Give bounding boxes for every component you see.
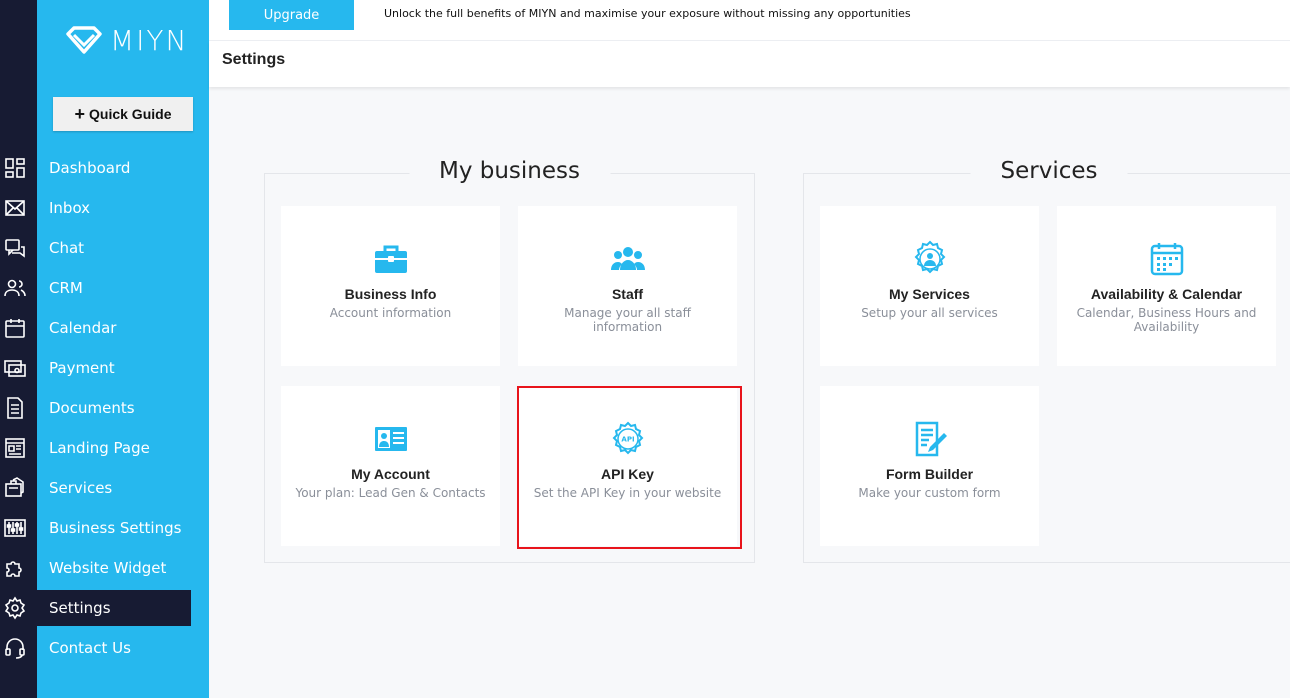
quick-guide-button[interactable]: + Quick Guide bbox=[53, 97, 193, 131]
sidebar-item-settings[interactable]: Settings bbox=[37, 590, 191, 626]
card-subtitle: Make your custom form bbox=[858, 486, 1001, 500]
card-subtitle: Calendar, Business Hours and Availabilit… bbox=[1076, 306, 1257, 334]
users-icon[interactable] bbox=[3, 276, 27, 300]
card-title: Business Info bbox=[344, 286, 437, 302]
payment-icon[interactable] bbox=[3, 356, 27, 380]
id-card-icon bbox=[372, 420, 410, 458]
chat-icon[interactable] bbox=[3, 236, 27, 260]
sidebar-item-dashboard[interactable]: Dashboard bbox=[37, 148, 209, 188]
sidebar-item-services[interactable]: Services bbox=[37, 468, 209, 508]
card-subtitle: Your plan: Lead Gen & Contacts bbox=[295, 486, 486, 500]
card-title: Staff bbox=[611, 286, 644, 302]
calendar-grid-icon bbox=[1148, 240, 1186, 278]
card-subtitle: Manage your all staff information bbox=[564, 306, 691, 334]
sidebar-item-contact-us[interactable]: Contact Us bbox=[37, 628, 209, 668]
brand-name: MIYN bbox=[110, 24, 189, 57]
headset-icon[interactable] bbox=[3, 636, 27, 660]
gear-icon[interactable] bbox=[3, 596, 27, 620]
staff-card[interactable]: Staff Manage your all staff information bbox=[518, 206, 737, 366]
card-subtitle: Account information bbox=[329, 306, 452, 320]
diamond-logo-icon bbox=[66, 25, 102, 54]
promo-text: Unlock the full benefits of MIYN and max… bbox=[384, 7, 911, 20]
briefcase-icon bbox=[372, 240, 410, 278]
sidebar-nav: Dashboard Inbox Chat CRM Calendar Paymen… bbox=[37, 148, 209, 668]
dashboard-icon[interactable] bbox=[3, 156, 27, 180]
top-bar: Upgrade Unlock the full benefits of MIYN… bbox=[209, 0, 1290, 41]
landing-page-icon[interactable] bbox=[3, 436, 27, 460]
sidebar-item-landing-page[interactable]: Landing Page bbox=[37, 428, 209, 468]
sidebar-item-calendar[interactable]: Calendar bbox=[37, 308, 209, 348]
card-title: My Services bbox=[889, 286, 970, 302]
puzzle-icon[interactable] bbox=[3, 556, 27, 580]
sidebar-item-inbox[interactable]: Inbox bbox=[37, 188, 209, 228]
sliders-icon[interactable] bbox=[3, 516, 27, 540]
plus-icon: + bbox=[74, 103, 86, 124]
sidebar-item-crm[interactable]: CRM bbox=[37, 268, 209, 308]
page-title: Settings bbox=[222, 51, 286, 68]
my-services-card[interactable]: My Services Setup your all services bbox=[820, 206, 1039, 366]
upgrade-button[interactable]: Upgrade bbox=[229, 0, 354, 30]
sidebar: MIYN + Quick Guide Dashboard Inbox Chat C… bbox=[37, 0, 209, 698]
team-icon bbox=[609, 240, 647, 278]
sidebar-item-documents[interactable]: Documents bbox=[37, 388, 209, 428]
card-subtitle: Setup your all services bbox=[861, 306, 998, 320]
services-icon[interactable] bbox=[3, 476, 27, 500]
sidebar-item-business-settings[interactable]: Business Settings bbox=[37, 508, 209, 548]
availability-calendar-card[interactable]: Availability & Calendar Calendar, Busine… bbox=[1057, 206, 1276, 366]
brand-logo[interactable]: MIYN bbox=[64, 24, 188, 57]
group-title-services: Services bbox=[970, 158, 1128, 184]
api-key-highlight-box bbox=[517, 386, 742, 549]
form-edit-icon bbox=[911, 420, 949, 458]
calendar-icon[interactable] bbox=[3, 316, 27, 340]
icon-rail bbox=[0, 0, 37, 698]
card-title: Availability & Calendar bbox=[1090, 286, 1243, 302]
card-title: My Account bbox=[351, 466, 430, 482]
document-icon[interactable] bbox=[3, 396, 27, 420]
quick-guide-label: Quick Guide bbox=[89, 106, 172, 122]
business-info-card[interactable]: Business Info Account information bbox=[281, 206, 500, 366]
card-title: Form Builder bbox=[885, 466, 974, 482]
page-header: Settings bbox=[209, 41, 1290, 87]
mail-icon[interactable] bbox=[3, 196, 27, 220]
sidebar-item-payment[interactable]: Payment bbox=[37, 348, 209, 388]
user-gear-icon bbox=[911, 240, 949, 278]
sidebar-item-website-widget[interactable]: Website Widget bbox=[37, 548, 209, 588]
my-account-card[interactable]: My Account Your plan: Lead Gen & Contact… bbox=[281, 386, 500, 546]
group-title-my-business: My business bbox=[408, 158, 611, 184]
form-builder-card[interactable]: Form Builder Make your custom form bbox=[820, 386, 1039, 546]
sidebar-item-chat[interactable]: Chat bbox=[37, 228, 209, 268]
